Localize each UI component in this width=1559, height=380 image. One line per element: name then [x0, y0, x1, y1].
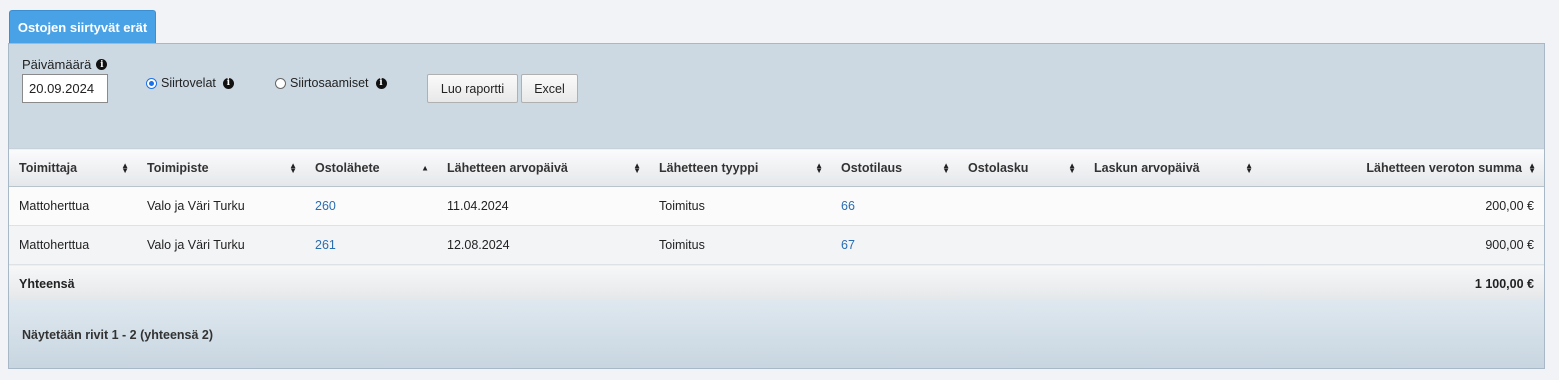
sort-asc-icon[interactable]: ▲ [421, 164, 429, 172]
sort-icon[interactable]: ▲ ▼ [1245, 161, 1253, 174]
table-total-row: Yhteensä 1 100,00 € [9, 264, 1544, 303]
cell-supplier: Mattoherttua [9, 225, 137, 265]
cell-order: 67 [831, 225, 958, 265]
radio-accrued-liabilities[interactable]: Siirtovelat i [146, 76, 234, 90]
total-label: Yhteensä [9, 264, 137, 303]
create-report-button[interactable]: Luo raportti [427, 74, 518, 103]
cell-invoice [958, 225, 1084, 265]
radio-button-checked[interactable] [146, 77, 157, 89]
table-row: Mattoherttua Valo ja Väri Turku 260 11.0… [9, 186, 1544, 226]
cell-dispatch-date: 12.08.2024 [437, 225, 649, 265]
cell-supplier: Mattoherttua [9, 186, 137, 226]
sort-icon[interactable]: ▲ ▼ [1528, 161, 1536, 174]
sort-icon[interactable]: ▲ ▼ [815, 161, 823, 174]
cell-location: Valo ja Väri Turku [137, 186, 305, 226]
accruals-table: Toimittaja ▲ ▼ Toimipiste ▲ ▼ Ostolähete ▲ Lä… [9, 148, 1544, 303]
sort-icon[interactable]: ▲ ▼ [942, 161, 950, 174]
info-icon[interactable]: i [222, 77, 234, 89]
dispatch-link[interactable]: 261 [315, 238, 336, 252]
dispatch-link[interactable]: 260 [315, 199, 336, 213]
sort-icon[interactable]: ▲ ▼ [121, 161, 129, 174]
column-header-order[interactable]: Ostotilaus ▲ ▼ [831, 148, 958, 187]
report-panel: Päivämäärä i Siirtovelat i Siirtosaamise… [8, 43, 1545, 369]
date-label-text: Päivämäärä [22, 57, 92, 72]
pagination-text: Näytetään rivit 1 - 2 (yhteensä 2) [22, 328, 214, 342]
cell-amount: 200,00 € [1261, 186, 1544, 226]
excel-button[interactable]: Excel [521, 74, 578, 103]
cell-amount: 900,00 € [1261, 225, 1544, 265]
tab-purchase-accruals[interactable]: Ostojen siirtyvät erät [9, 10, 156, 43]
sort-icon[interactable]: ▲ ▼ [633, 161, 641, 174]
sort-icon[interactable]: ▲ ▼ [289, 161, 297, 174]
pagination-info: Näytetään rivit 1 - 2 (yhteensä 2) [9, 300, 1544, 368]
total-amount: 1 100,00 € [1261, 264, 1544, 303]
cell-location: Valo ja Väri Turku [137, 225, 305, 265]
info-icon[interactable]: i [375, 77, 387, 89]
column-header-invoice[interactable]: Ostolasku ▲ ▼ [958, 148, 1084, 187]
radio-button[interactable] [275, 77, 286, 89]
column-header-dispatch[interactable]: Ostolähete ▲ [305, 148, 437, 187]
cell-type: Toimitus [649, 225, 831, 265]
column-header-supplier[interactable]: Toimittaja ▲ ▼ [9, 148, 137, 187]
table-row: Mattoherttua Valo ja Väri Turku 261 12.0… [9, 225, 1544, 265]
cell-dispatch-date: 11.04.2024 [437, 186, 649, 226]
table-header-row: Toimittaja ▲ ▼ Toimipiste ▲ ▼ Ostolähete ▲ Lä… [9, 148, 1544, 187]
cell-dispatch: 261 [305, 225, 437, 265]
column-header-dispatch-date[interactable]: Lähetteen arvopäivä ▲ ▼ [437, 148, 649, 187]
column-header-type[interactable]: Lähetteen tyyppi ▲ ▼ [649, 148, 831, 187]
cell-invoice [958, 186, 1084, 226]
cell-order: 66 [831, 186, 958, 226]
cell-invoice-date [1084, 225, 1261, 265]
radio-accrued-receivables[interactable]: Siirtosaamiset i [275, 76, 387, 90]
radio-label: Siirtosaamiset [290, 76, 369, 90]
cell-dispatch: 260 [305, 186, 437, 226]
date-label: Päivämäärä i [22, 57, 108, 72]
column-header-amount[interactable]: Lähetteen veroton summa ▲ ▼ [1261, 148, 1544, 187]
info-icon[interactable]: i [96, 59, 108, 70]
cell-type: Toimitus [649, 186, 831, 226]
column-header-location[interactable]: Toimipiste ▲ ▼ [137, 148, 305, 187]
date-input[interactable] [22, 74, 108, 103]
column-header-invoice-date[interactable]: Laskun arvopäivä ▲ ▼ [1084, 148, 1261, 187]
order-link[interactable]: 66 [841, 199, 855, 213]
cell-invoice-date [1084, 186, 1261, 226]
sort-icon[interactable]: ▲ ▼ [1068, 161, 1076, 174]
order-link[interactable]: 67 [841, 238, 855, 252]
radio-label: Siirtovelat [161, 76, 216, 90]
